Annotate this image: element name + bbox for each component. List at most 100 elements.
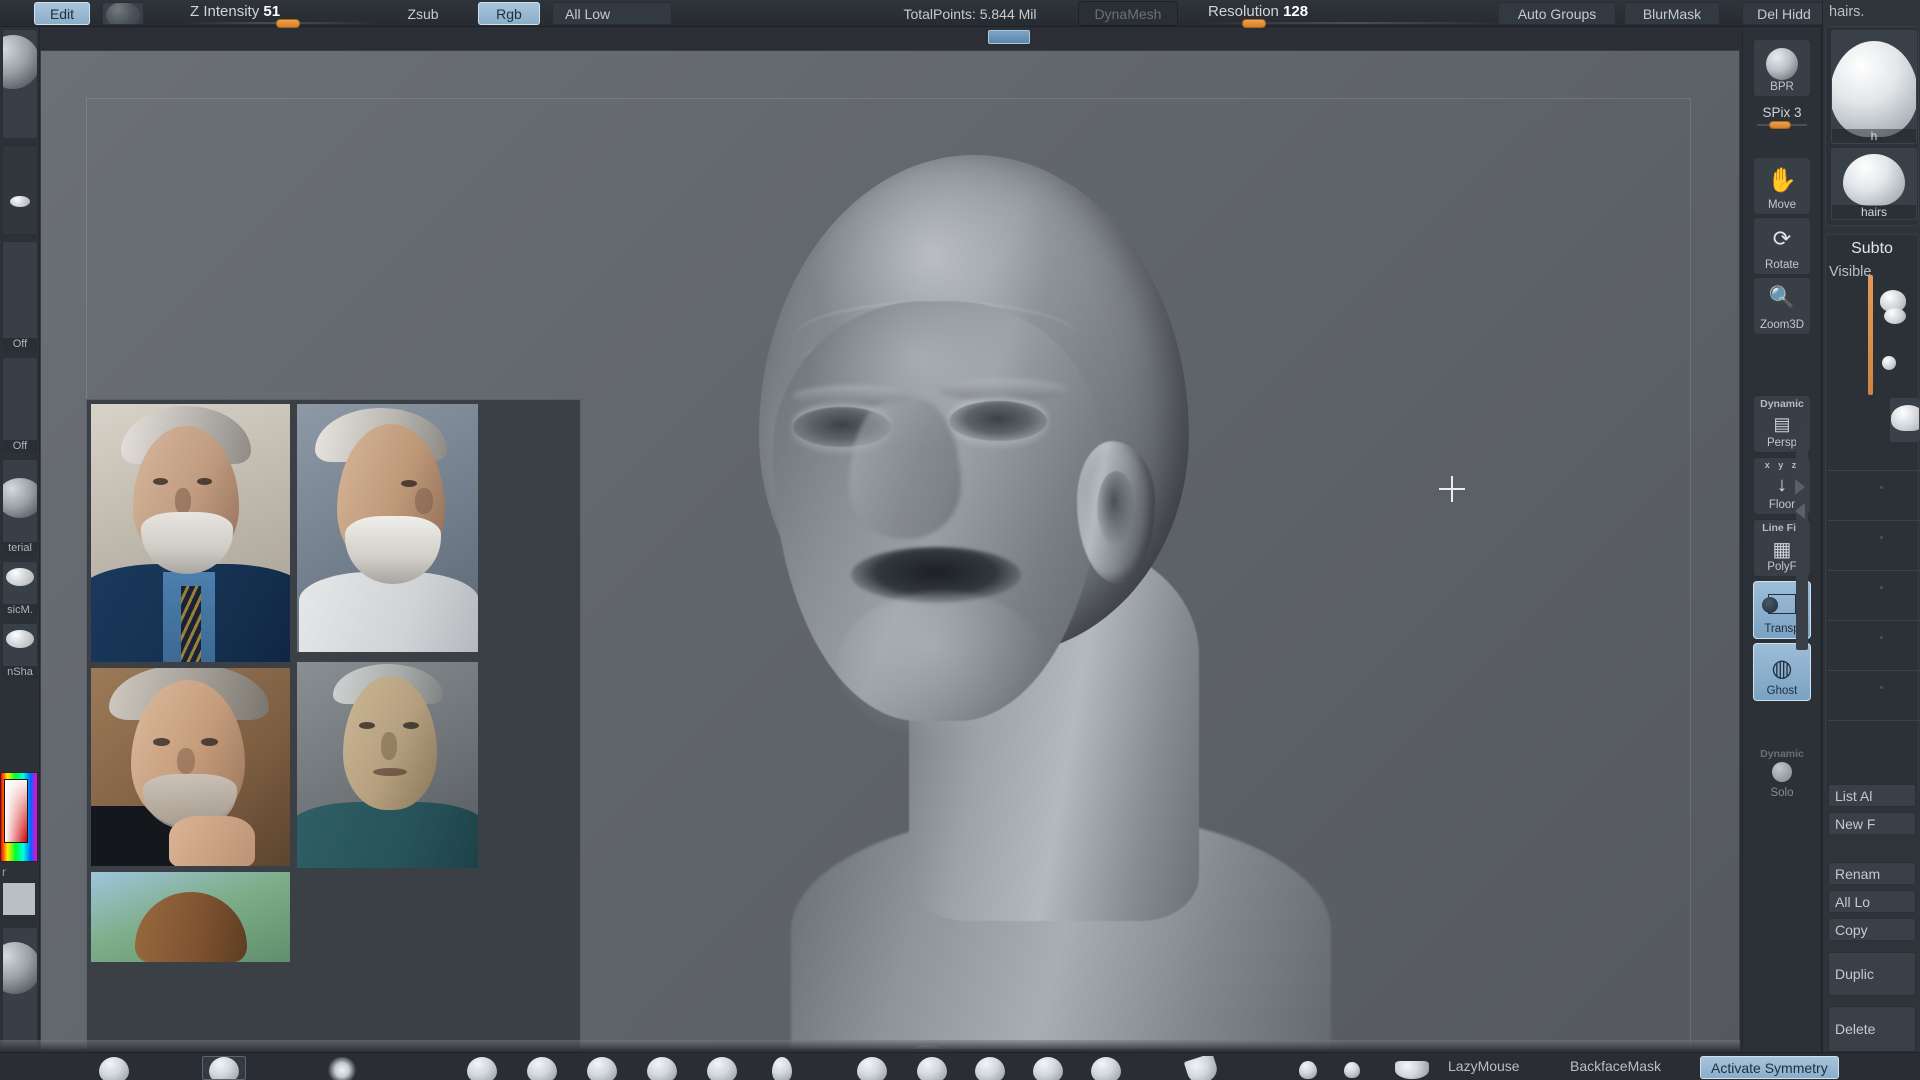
bottom-shelf: LazyMouse BackfaceMask Activate Symmetry xyxy=(0,1052,1920,1080)
all-low-button[interactable]: All Low xyxy=(552,2,672,25)
z-intensity-knob[interactable] xyxy=(276,19,300,28)
shelf-scrollbar[interactable] xyxy=(1796,430,1808,650)
resolution-knob[interactable] xyxy=(1242,19,1266,28)
solo-button[interactable]: Dynamic Solo xyxy=(1753,745,1811,803)
brush-thumb-6[interactable] xyxy=(580,1056,624,1080)
blur-mask-button[interactable]: BlurMask xyxy=(1624,2,1720,25)
stroke-caption: Off xyxy=(3,338,37,350)
subtool-row-divider-3 xyxy=(1828,570,1920,571)
head-bust-sculpt[interactable] xyxy=(731,111,1391,1049)
draw-mode-thumbnail[interactable] xyxy=(102,2,144,25)
bust-chin xyxy=(837,591,1047,741)
delete-button[interactable]: Delete xyxy=(1828,1006,1916,1052)
floor-axes-label: x y z xyxy=(1764,460,1800,470)
subtool-scroll-indicator[interactable] xyxy=(1868,275,1873,395)
tool-thumbnail-secondary[interactable]: hairs xyxy=(1831,148,1917,220)
brush-icon-12 xyxy=(975,1057,1005,1080)
stroke-indicator-chip[interactable] xyxy=(988,30,1030,44)
list-all-button[interactable]: List Al xyxy=(1828,784,1916,807)
brush-thumb-1[interactable] xyxy=(92,1056,136,1080)
spix-slider[interactable]: SPix 3 xyxy=(1753,105,1811,133)
spix-knob[interactable] xyxy=(1769,121,1791,129)
sidebar-item-bottom-preview[interactable] xyxy=(2,927,38,1047)
left-shelf: Off Off terial sicM. nSha r xyxy=(0,27,40,1052)
brush-thumb-9[interactable] xyxy=(760,1056,804,1080)
subtool-list-item-3[interactable] xyxy=(1890,398,1920,442)
ref2-shirt xyxy=(299,572,478,652)
zsub-button[interactable]: Zsub xyxy=(392,2,454,25)
rename-button[interactable]: Renam xyxy=(1828,862,1916,885)
sidebar-item-alpha-preview[interactable] xyxy=(2,145,38,235)
new-folder-button[interactable]: New F xyxy=(1828,812,1916,835)
brow-right xyxy=(939,379,1069,401)
all-low-subtool-button[interactable]: All Lo xyxy=(1828,890,1916,913)
sidebar-item-material-preview[interactable]: terial xyxy=(2,459,38,555)
brush-thumb-2[interactable] xyxy=(202,1056,246,1080)
ghost-button[interactable]: ◍ Ghost xyxy=(1753,643,1811,701)
ref-photo-2-profile-white-shirt[interactable] xyxy=(297,404,478,652)
brush-thumb-3[interactable] xyxy=(320,1056,364,1080)
zoom3d-tool-button[interactable]: 🔍 Zoom3D xyxy=(1753,277,1811,335)
subtool-list-item-2[interactable] xyxy=(1876,350,1920,390)
brush-icon-13 xyxy=(1033,1057,1063,1080)
sidebar-item-texture-preview[interactable]: Off xyxy=(2,357,38,453)
brush-icon-5 xyxy=(527,1057,557,1080)
bpr-render-button[interactable]: BPR xyxy=(1753,39,1811,97)
basic-material-icon xyxy=(6,568,34,586)
subtool-list-item-1[interactable] xyxy=(1876,288,1920,328)
lazy-mouse-label[interactable]: LazyMouse xyxy=(1448,1058,1520,1074)
sidebar-item-stroke-preview[interactable]: Off xyxy=(2,241,38,351)
brush-thumb-7[interactable] xyxy=(640,1056,684,1080)
sidebar-item-basic-material[interactable]: sicM. xyxy=(2,561,38,617)
arrow-right-icon[interactable] xyxy=(1795,479,1805,495)
resolution-slider[interactable]: Resolution 128 xyxy=(1198,1,1508,28)
brush-thumb-10[interactable] xyxy=(850,1056,894,1080)
duplicate-button[interactable]: Duplic xyxy=(1828,952,1916,996)
sidebar-item-material-sphere-preview[interactable] xyxy=(2,29,38,139)
brush-thumb-16[interactable] xyxy=(1286,1056,1330,1080)
viewport-canvas[interactable]: 斥 RRCG 人人素材 xyxy=(40,50,1740,1050)
brush-icon-17 xyxy=(1344,1062,1360,1079)
brush-thumb-14[interactable] xyxy=(1084,1056,1128,1080)
color-picker[interactable] xyxy=(0,772,38,862)
persp-label: Persp xyxy=(1766,437,1798,449)
ref-photo-5-outdoor-partial[interactable] xyxy=(91,872,290,962)
dynamesh-button[interactable]: DynaMesh xyxy=(1078,1,1178,26)
brush-thumb-4[interactable] xyxy=(460,1056,504,1080)
rotate-tool-button[interactable]: ⟳ Rotate xyxy=(1753,217,1811,275)
tool-thumbnail-primary[interactable]: h xyxy=(1831,30,1917,144)
color-label: r xyxy=(2,865,6,879)
sidebar-item-skin-shade[interactable]: nSha xyxy=(2,623,38,679)
brush-thumb-18[interactable] xyxy=(1390,1056,1434,1080)
brush-thumb-5[interactable] xyxy=(520,1056,564,1080)
panel-collapse-arrows[interactable] xyxy=(1795,477,1811,537)
del-hidden-button[interactable]: Del Hidd xyxy=(1742,2,1826,25)
copy-button[interactable]: Copy xyxy=(1828,918,1916,941)
z-intensity-slider[interactable]: Z Intensity 51 xyxy=(180,1,380,28)
backface-mask-label[interactable]: BackfaceMask xyxy=(1570,1058,1661,1074)
brush-thumb-11[interactable] xyxy=(910,1056,954,1080)
edit-button[interactable]: Edit xyxy=(34,2,90,25)
brush-thumb-15[interactable] xyxy=(1180,1056,1224,1080)
ref4-eye-right xyxy=(403,722,419,729)
subtool-row-dot-1 xyxy=(1880,486,1883,489)
brush-thumb-13[interactable] xyxy=(1026,1056,1070,1080)
brush-thumb-8[interactable] xyxy=(700,1056,744,1080)
current-color-swatch[interactable] xyxy=(2,882,36,916)
ref-photo-4-teal-shirt-frontal[interactable] xyxy=(297,662,478,868)
color-picker-gradient[interactable] xyxy=(4,779,28,843)
toolbar-left-edge xyxy=(6,2,28,25)
brush-thumb-17[interactable] xyxy=(1330,1056,1374,1080)
brush-thumb-12[interactable] xyxy=(968,1056,1012,1080)
activate-symmetry-button[interactable]: Activate Symmetry xyxy=(1700,1056,1839,1079)
arrow-left-icon[interactable] xyxy=(1795,503,1805,519)
resolution-value: 128 xyxy=(1283,3,1309,20)
auto-groups-button[interactable]: Auto Groups xyxy=(1498,2,1616,25)
rgb-button[interactable]: Rgb xyxy=(478,2,540,25)
ref-photo-3-hand-on-chin[interactable] xyxy=(91,668,290,866)
ref-photo-1-suit-portrait[interactable] xyxy=(91,404,290,662)
subtool-row-dot-3 xyxy=(1880,586,1883,589)
reference-image-board[interactable] xyxy=(86,399,581,1049)
move-tool-button[interactable]: ✋ Move xyxy=(1753,157,1811,215)
tool-thumb-head-icon xyxy=(1832,41,1916,138)
